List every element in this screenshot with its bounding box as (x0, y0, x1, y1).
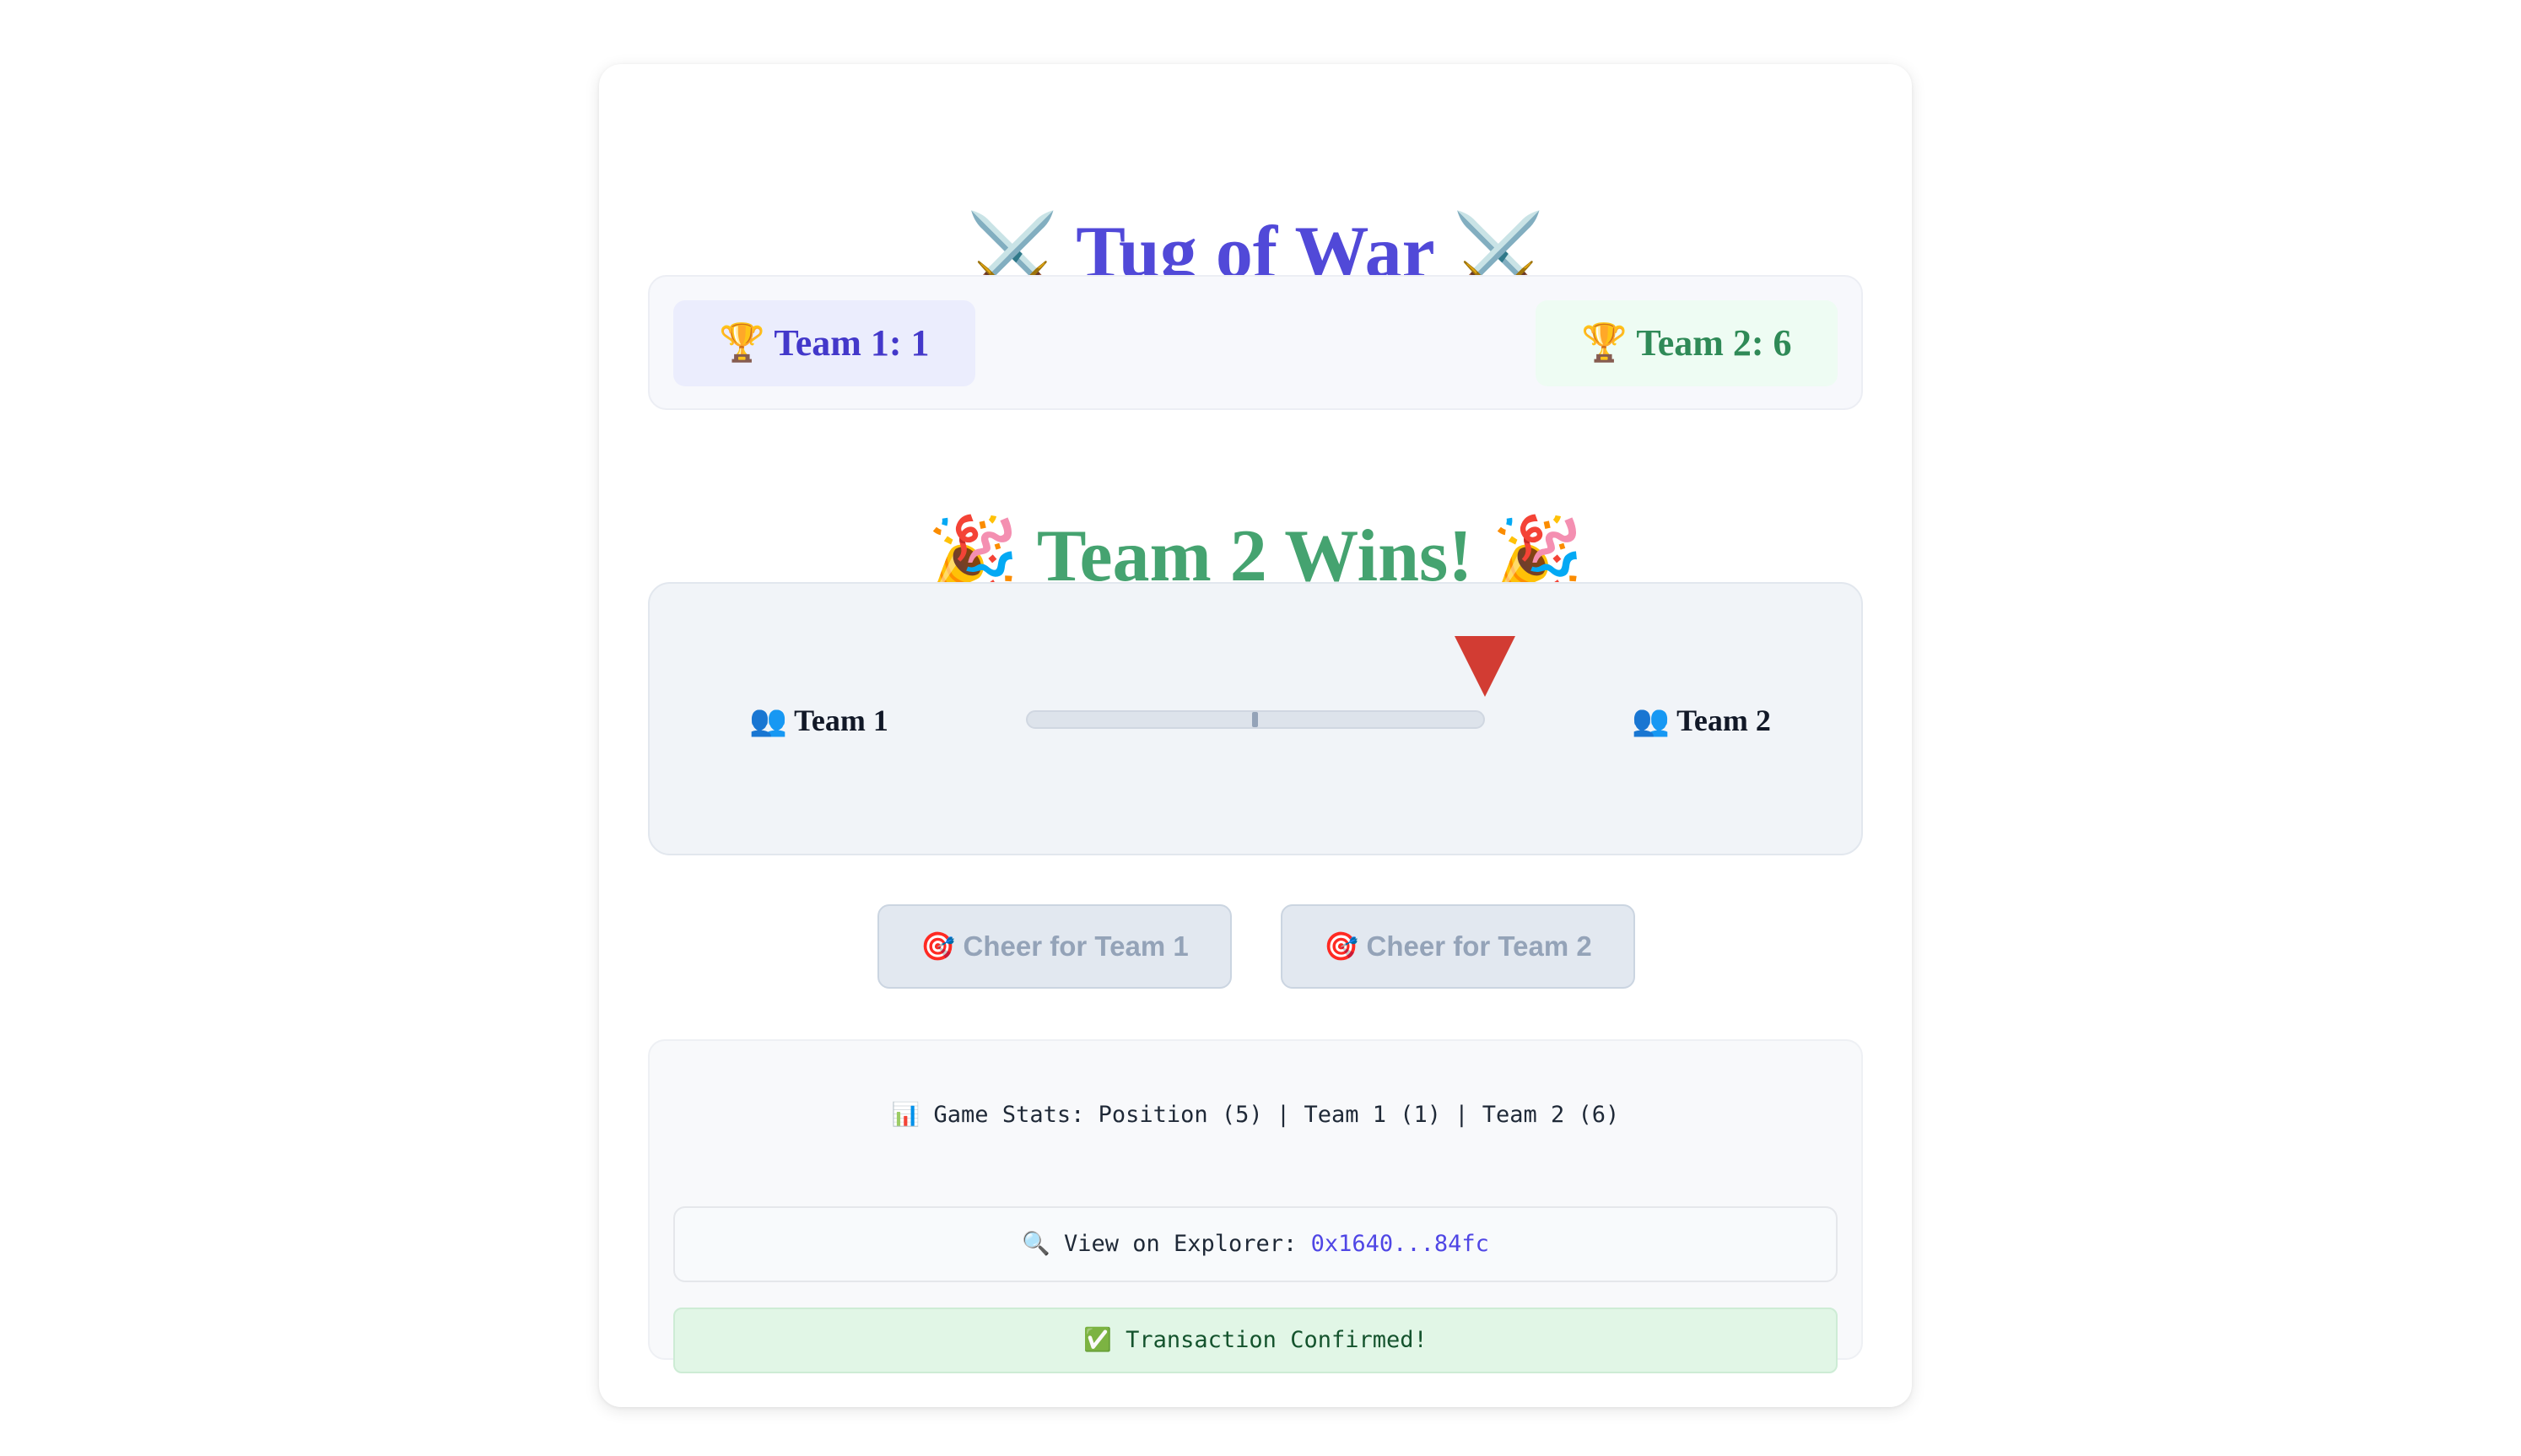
cheer-team2-button[interactable]: 🎯 Cheer for Team 2 (1281, 904, 1635, 989)
explorer-box: 🔍 View on Explorer: 0x1640...84fc (673, 1206, 1838, 1282)
arena-team1-label: 👥 Team 1 (749, 704, 888, 737)
team2-score: 🏆 Team 2: 6 (1536, 300, 1838, 386)
game-stats: 📊 Game Stats: Position (5) | Team 1 (1) … (891, 1102, 1620, 1128)
rope-track (1026, 710, 1485, 729)
explorer-link[interactable]: 0x1640...84fc (1311, 1231, 1489, 1257)
cheer-team1-button[interactable]: 🎯 Cheer for Team 1 (877, 904, 1232, 989)
team1-score: 🏆 Team 1: 1 (673, 300, 975, 386)
scoreboard: 🏆 Team 1: 1 🏆 Team 2: 6 (648, 275, 1863, 410)
transaction-status: ✅ Transaction Confirmed! (673, 1308, 1838, 1373)
stats-panel: 📊 Game Stats: Position (5) | Team 1 (1) … (648, 1039, 1863, 1373)
tug-arena: 👥 Team 1 👥 Team 2 (648, 582, 1863, 855)
rope-position-marker (1455, 636, 1515, 697)
explorer-label: 🔍 View on Explorer: (1022, 1231, 1298, 1257)
game-card: ⚔️ Tug of War ⚔️ 🏆 Team 1: 1 🏆 Team 2: 6… (599, 64, 1912, 1407)
rope-center-mark (1252, 712, 1258, 727)
arena-team2-label: 👥 Team 2 (1632, 704, 1771, 737)
